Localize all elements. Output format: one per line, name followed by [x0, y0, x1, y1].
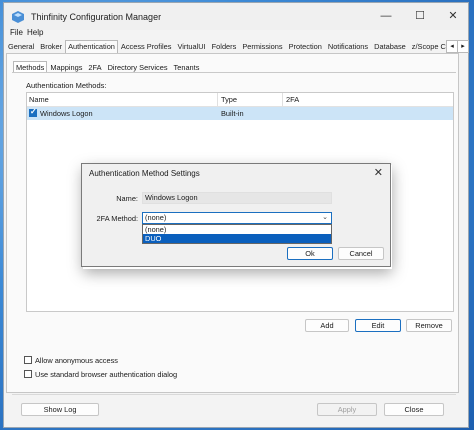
close-button[interactable]: Close: [384, 403, 444, 416]
twofa-method-dropdown: (none) DUO: [142, 224, 332, 244]
chevron-down-icon[interactable]: ⌄: [322, 213, 328, 223]
column-divider: [217, 93, 218, 106]
column-divider: [282, 93, 283, 106]
dropdown-option-duo[interactable]: DUO: [143, 234, 331, 243]
tab-access-profiles[interactable]: Access Profiles: [118, 40, 175, 53]
remove-button[interactable]: Remove: [406, 319, 452, 332]
apply-button[interactable]: Apply: [317, 403, 377, 416]
auth-method-settings-dialog: Authentication Method Settings ✕ Name: W…: [81, 163, 391, 267]
dialog-close-icon[interactable]: ✕: [374, 166, 383, 179]
maximize-icon[interactable]: ☐: [409, 7, 431, 25]
allow-anonymous-label: Allow anonymous access: [35, 356, 118, 365]
ok-button[interactable]: Ok: [287, 247, 333, 260]
name-label: Name:: [116, 194, 138, 203]
tab-notifications[interactable]: Notifications: [325, 40, 371, 53]
tab-virtualui[interactable]: VirtualUI: [174, 40, 208, 53]
main-tabs: General Broker Authentication Access Profil…: [5, 40, 463, 53]
twofa-method-label: 2FA Method:: [96, 214, 139, 223]
dropdown-option-none[interactable]: (none): [143, 225, 331, 234]
row-type: Built-in: [221, 109, 244, 118]
subtab-divider: [12, 72, 456, 73]
tab-database[interactable]: Database: [371, 40, 409, 53]
tab-scroll-right-icon[interactable]: ▸: [457, 40, 469, 53]
twofa-method-select[interactable]: (none) ⌄: [142, 212, 332, 224]
edit-button[interactable]: Edit: [355, 319, 401, 332]
standard-browser-auth-checkbox[interactable]: [24, 370, 32, 378]
twofa-method-value: (none): [145, 213, 167, 222]
show-log-button[interactable]: Show Log: [21, 403, 99, 416]
standard-browser-auth-label: Use standard browser authentication dial…: [35, 370, 178, 379]
name-field[interactable]: Windows Logon: [142, 192, 332, 204]
auth-methods-label: Authentication Methods:: [26, 81, 107, 90]
tab-protection[interactable]: Protection: [286, 40, 325, 53]
row-name: Windows Logon: [40, 109, 93, 118]
dialog-title: Authentication Method Settings: [89, 169, 200, 178]
list-header: Name Type 2FA: [27, 93, 453, 107]
window-title: Thinfinity Configuration Manager: [31, 12, 162, 22]
cancel-button[interactable]: Cancel: [338, 247, 384, 260]
footer-divider: [12, 394, 456, 395]
table-row[interactable]: Windows Logon Built-in: [27, 107, 453, 120]
tab-general[interactable]: General: [5, 40, 37, 53]
column-name[interactable]: Name: [29, 95, 49, 104]
tab-folders[interactable]: Folders: [209, 40, 240, 53]
add-button[interactable]: Add: [305, 319, 349, 332]
close-icon[interactable]: ✕: [442, 7, 464, 25]
menu-file[interactable]: File: [10, 28, 23, 37]
column-type[interactable]: Type: [221, 95, 237, 104]
title-bar: Thinfinity Configuration Manager — ☐ ✕: [4, 3, 468, 30]
thinfinity-app-icon: [12, 11, 24, 23]
minimize-icon[interactable]: —: [375, 7, 397, 25]
menu-help[interactable]: Help: [27, 28, 43, 37]
menu-bar: File Help: [3, 27, 474, 40]
tab-authentication[interactable]: Authentication: [65, 40, 118, 53]
tab-broker[interactable]: Broker: [37, 40, 65, 53]
allow-anonymous-checkbox[interactable]: [24, 356, 32, 364]
row-checkbox[interactable]: [29, 107, 37, 117]
tab-permissions[interactable]: Permissions: [239, 40, 285, 53]
column-2fa[interactable]: 2FA: [286, 95, 299, 104]
